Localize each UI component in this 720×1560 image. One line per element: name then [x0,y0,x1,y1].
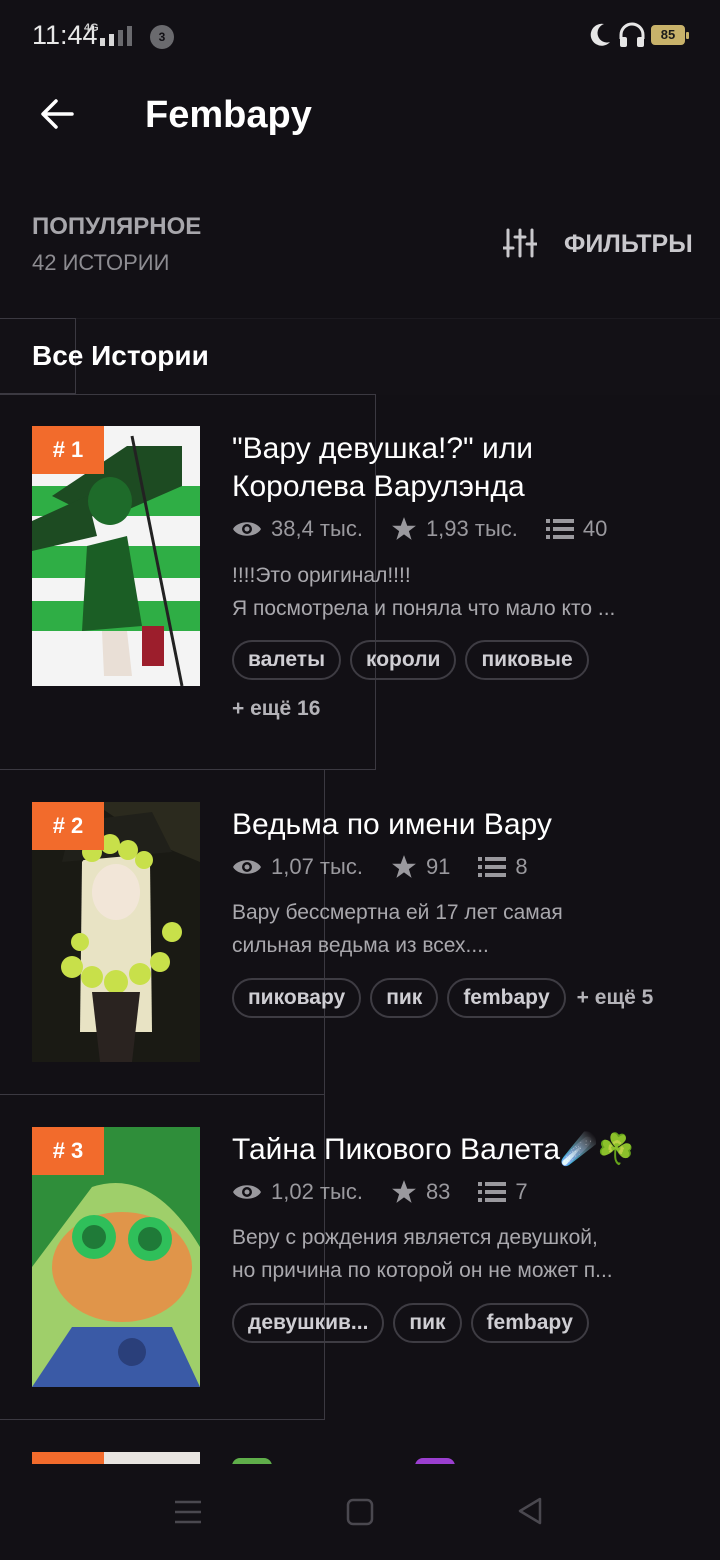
tag-chip[interactable]: fembapy [447,978,566,1018]
story-description: Вару бессмертна ей 17 лет самая сильная … [232,896,682,962]
rank-badge: # 3 [32,1127,104,1175]
story-item-partial[interactable] [0,1420,720,1464]
story-item[interactable]: # 2 Ведьма по имени Вару 1,07 тыс. 91 8 … [0,770,720,1095]
list-icon [545,519,574,539]
tag-chip[interactable]: пик [370,978,439,1018]
rank-badge: # 2 [32,802,104,850]
story-description: !!!!Это оригинал!!!! Я посмотрела и поня… [232,559,682,625]
menu-icon[interactable] [174,1500,202,1524]
votes-count: 1,93 тыс. [425,516,518,541]
tag-list: девушкив... пик fembapy [232,1303,598,1343]
story-title[interactable]: "Вару девушка!?" или Королева Варулэнда [232,430,692,506]
sort-row: ПОПУЛЯРНОЕ 42 ИСТОРИИ ФИЛЬТРЫ [0,196,720,306]
sort-label[interactable]: ПОПУЛЯРНОЕ [32,213,201,241]
eye-icon [233,1185,261,1199]
votes-count: 91 [425,854,451,879]
filter-button[interactable]: ФИЛЬТРЫ [564,230,693,259]
story-description: Веру с рождения является девушкой, но пр… [232,1221,682,1287]
tag-list: валеты короли пиковые [232,640,598,680]
headphones-icon [619,22,645,47]
network-type: 4G [84,22,99,34]
star-icon [392,517,416,540]
tag-chip[interactable]: валеты [232,640,341,680]
views-count: 1,07 тыс. [271,854,363,879]
votes-count: 83 [425,1179,451,1204]
more-tags-link[interactable]: + ещё 16 [232,697,320,721]
description-line: Я посмотрела и поняла что мало кто ... [232,597,616,620]
story-cover[interactable]: # 1 [32,426,200,686]
tag-chip[interactable]: fembapy [470,1303,589,1343]
notification-count-badge: 3 [150,25,174,49]
description-line: но причина по которой он не может п... [232,1259,613,1282]
story-stats: 1,02 тыс. 83 7 [232,1179,528,1205]
list-icon [478,857,507,877]
description-line: !!!!Это оригинал!!!! [232,564,411,587]
story-title-line: Королева Варулэнда [232,470,525,503]
star-icon [392,1180,416,1203]
parts-count: 40 [582,516,608,541]
rank-badge: # 1 [32,426,104,474]
app-bar: Fembapy [0,72,720,168]
story-title-line: Ведьма по имени Вару [232,808,552,841]
description-line: Вару бессмертна ей 17 лет самая [232,901,563,924]
home-square-icon[interactable] [346,1498,374,1526]
tag-chip[interactable]: пиковые [465,640,589,680]
tag-chip[interactable]: пиковару [232,978,362,1018]
tag-chip[interactable]: пик [393,1303,462,1343]
story-title[interactable]: Ведьма по имени Вару [232,806,692,844]
battery-indicator: 85 [651,25,689,45]
system-navigation-bar [0,1464,720,1560]
status-bar: 11:44 4G 3 85 [0,0,720,72]
eye-icon [233,522,261,536]
signal-icon [100,26,132,46]
story-title-line: "Вару девушка!?" или [232,432,534,465]
sliders-icon[interactable] [503,228,537,258]
story-cover[interactable]: # 3 [32,1127,200,1387]
views-count: 38,4 тыс. [271,516,363,541]
story-stats: 38,4 тыс. 1,93 тыс. 40 [232,516,607,542]
story-stats: 1,07 тыс. 91 8 [232,854,528,880]
story-item[interactable]: # 1 "Вару девушка!?" или Королева Варулэ… [0,394,720,770]
star-icon [392,855,416,878]
back-triangle-icon[interactable] [516,1496,544,1526]
story-item[interactable]: # 3 Тайна Пикового Валета☄️☘️ 1,02 тыс. … [0,1095,720,1420]
rank-badge [32,1452,104,1464]
back-arrow-icon[interactable] [38,94,78,134]
story-count: 42 ИСТОРИИ [32,250,170,275]
description-line: Веру с рождения является девушкой, [232,1226,598,1249]
section-title: Все Истории [32,340,209,371]
views-count: 1,02 тыс. [271,1179,363,1204]
parts-count: 7 [515,1179,528,1204]
tag-chip[interactable]: короли [350,640,457,680]
story-title-line: Тайна Пикового Валета☄️☘️ [232,1133,635,1166]
eye-icon [233,860,261,874]
tag-list: пиковару пик fembapy + ещё 5 [232,978,653,1018]
moon-icon [590,23,610,46]
story-cover[interactable]: # 2 [32,802,200,1062]
tag-chip[interactable]: девушкив... [232,1303,385,1343]
story-title[interactable]: Тайна Пикового Валета☄️☘️ [232,1131,692,1169]
parts-count: 8 [515,854,528,879]
page-title: Fembapy [145,94,312,136]
more-tags-link[interactable]: + ещё 5 [577,986,654,1010]
list-icon [478,1182,507,1202]
description-line: сильная ведьма из всех.... [232,934,489,957]
story-cover[interactable] [104,1452,200,1464]
